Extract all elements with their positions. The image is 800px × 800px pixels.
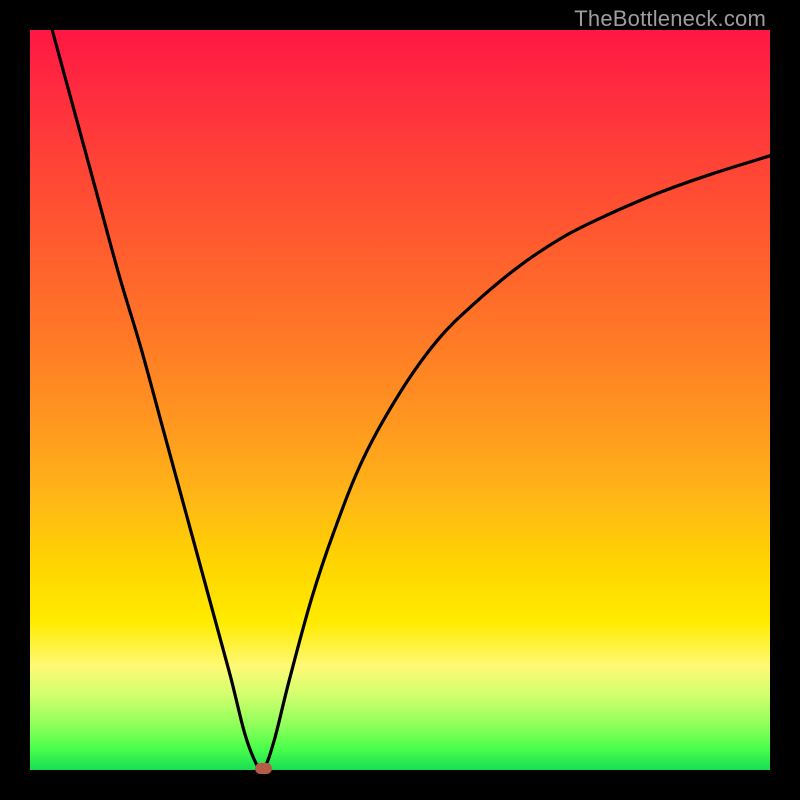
minimum-marker <box>255 763 272 774</box>
chart-frame: TheBottleneck.com <box>0 0 800 800</box>
watermark-text: TheBottleneck.com <box>574 6 766 32</box>
bottleneck-curve <box>30 30 770 770</box>
curve-path <box>52 30 770 770</box>
plot-area <box>30 30 770 770</box>
